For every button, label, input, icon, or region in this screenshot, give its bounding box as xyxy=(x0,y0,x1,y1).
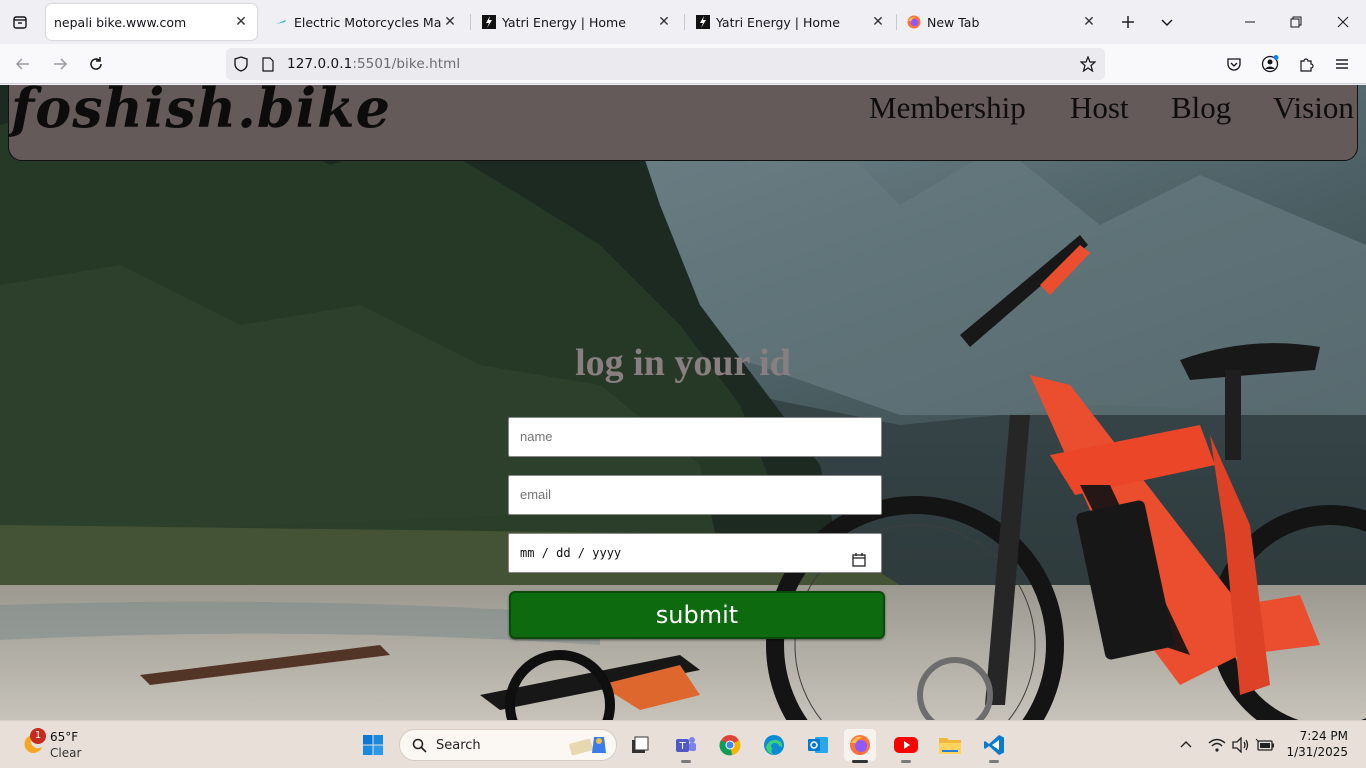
vscode-icon[interactable] xyxy=(978,729,1010,763)
window-close-button[interactable] xyxy=(1320,0,1366,44)
submit-button[interactable]: submit xyxy=(509,591,885,639)
address-bar[interactable]: 127.0.0.1:5501/bike.html xyxy=(226,48,1105,80)
close-icon[interactable]: ✕ xyxy=(870,14,886,30)
clock-date: 1/31/2025 xyxy=(1286,745,1348,759)
tab-title: New Tab xyxy=(927,14,980,30)
new-tab-button[interactable] xyxy=(1116,10,1140,34)
account-icon[interactable] xyxy=(1257,52,1283,76)
login-title: log in your id xyxy=(575,342,791,384)
firefox-taskbar-icon[interactable] xyxy=(844,729,876,763)
tab-nepali-bike[interactable]: nepali bike.www.com ✕ xyxy=(46,4,257,40)
chrome-icon[interactable] xyxy=(714,729,746,761)
url-path: :5501/bike.html xyxy=(352,56,461,72)
page-viewport: foshish.bike Membership Host Blog Vision… xyxy=(0,85,1366,720)
url-text[interactable]: 127.0.0.1:5501/bike.html xyxy=(287,56,460,72)
svg-text:T: T xyxy=(679,741,687,752)
reload-icon[interactable] xyxy=(83,52,109,76)
site-header: foshish.bike Membership Host Blog Vision xyxy=(8,85,1358,161)
back-icon[interactable] xyxy=(10,52,36,76)
nav-membership[interactable]: Membership xyxy=(869,90,1026,126)
list-all-tabs-icon[interactable] xyxy=(8,10,32,34)
clock-time: 7:24 PM xyxy=(1299,729,1348,743)
tab-title: Yatri Energy | Home xyxy=(716,14,840,30)
star-icon[interactable] xyxy=(1080,56,1096,72)
close-icon[interactable]: ✕ xyxy=(233,14,249,30)
youtube-icon[interactable] xyxy=(890,729,922,763)
tab-title: Yatri Energy | Home xyxy=(502,14,626,30)
notification-badge: 1 xyxy=(30,728,46,744)
page-info-icon[interactable] xyxy=(260,56,276,72)
extensions-icon[interactable] xyxy=(1293,52,1319,76)
windows-taskbar: 1 65°F Clear Search T 7:24 PM 1/31/2025 xyxy=(0,720,1366,768)
battery-icon[interactable] xyxy=(1252,729,1278,761)
tab-electric-motorcycles[interactable]: Electric Motorcycles Made in ✕ xyxy=(266,4,466,40)
teams-icon[interactable]: T xyxy=(670,729,702,763)
yatri-logo-icon xyxy=(696,15,710,29)
date-placeholder: mm / dd / yyyy xyxy=(520,546,622,560)
file-explorer-icon[interactable] xyxy=(934,729,966,761)
chevron-up-icon[interactable] xyxy=(1171,729,1201,761)
tab-title: nepali bike.www.com xyxy=(54,14,187,30)
tab-new-tab[interactable]: New Tab ✕ xyxy=(899,4,1105,40)
nav-vision[interactable]: Vision xyxy=(1273,90,1354,126)
chevron-down-icon[interactable] xyxy=(1155,10,1179,34)
firefox-icon xyxy=(907,15,921,29)
shield-icon[interactable] xyxy=(233,56,249,72)
restore-button[interactable] xyxy=(1273,0,1319,44)
nav-blog[interactable]: Blog xyxy=(1171,90,1231,126)
tab-yatri-energy-2[interactable]: Yatri Energy | Home ✕ xyxy=(688,4,894,40)
task-view-icon[interactable] xyxy=(624,729,656,761)
pocket-icon[interactable] xyxy=(1221,52,1247,76)
calendar-icon[interactable] xyxy=(851,545,867,567)
yatri-logo-icon xyxy=(482,15,496,29)
nav-host[interactable]: Host xyxy=(1070,90,1129,126)
site-logo[interactable]: foshish.bike xyxy=(11,85,391,140)
search-label: Search xyxy=(436,738,481,753)
close-icon[interactable]: ✕ xyxy=(656,14,672,30)
weather-widget[interactable]: 1 65°F Clear xyxy=(18,728,108,762)
volume-icon[interactable] xyxy=(1228,729,1254,761)
name-field[interactable]: name xyxy=(508,417,882,457)
windows-start-icon[interactable] xyxy=(357,729,389,761)
edge-icon[interactable] xyxy=(758,729,790,761)
electric-bolt-icon xyxy=(274,15,288,29)
search-icon xyxy=(412,738,427,757)
search-highlight-icon xyxy=(568,733,612,761)
forward-icon[interactable] xyxy=(47,52,73,76)
system-clock[interactable]: 7:24 PM 1/31/2025 xyxy=(1286,728,1348,760)
minimize-button[interactable] xyxy=(1227,0,1273,44)
email-field[interactable]: email xyxy=(508,475,882,515)
outlook-icon[interactable] xyxy=(802,729,834,761)
browser-toolbar: 127.0.0.1:5501/bike.html xyxy=(0,44,1366,84)
tab-yatri-energy-1[interactable]: Yatri Energy | Home ✕ xyxy=(474,4,680,40)
tab-title: Electric Motorcycles Made in xyxy=(294,14,442,30)
wifi-icon[interactable] xyxy=(1204,729,1230,761)
date-field[interactable]: mm / dd / yyyy xyxy=(508,533,882,573)
browser-tab-strip: nepali bike.www.com ✕ Electric Motorcycl… xyxy=(0,0,1366,44)
url-host: 127.0.0.1 xyxy=(287,56,353,72)
weather-temp: 65°F xyxy=(50,730,79,744)
close-icon[interactable]: ✕ xyxy=(1081,14,1097,30)
menu-icon[interactable] xyxy=(1329,52,1355,76)
weather-condition: Clear xyxy=(50,746,82,760)
close-icon[interactable]: ✕ xyxy=(442,14,458,30)
taskbar-search[interactable]: Search xyxy=(399,729,617,761)
